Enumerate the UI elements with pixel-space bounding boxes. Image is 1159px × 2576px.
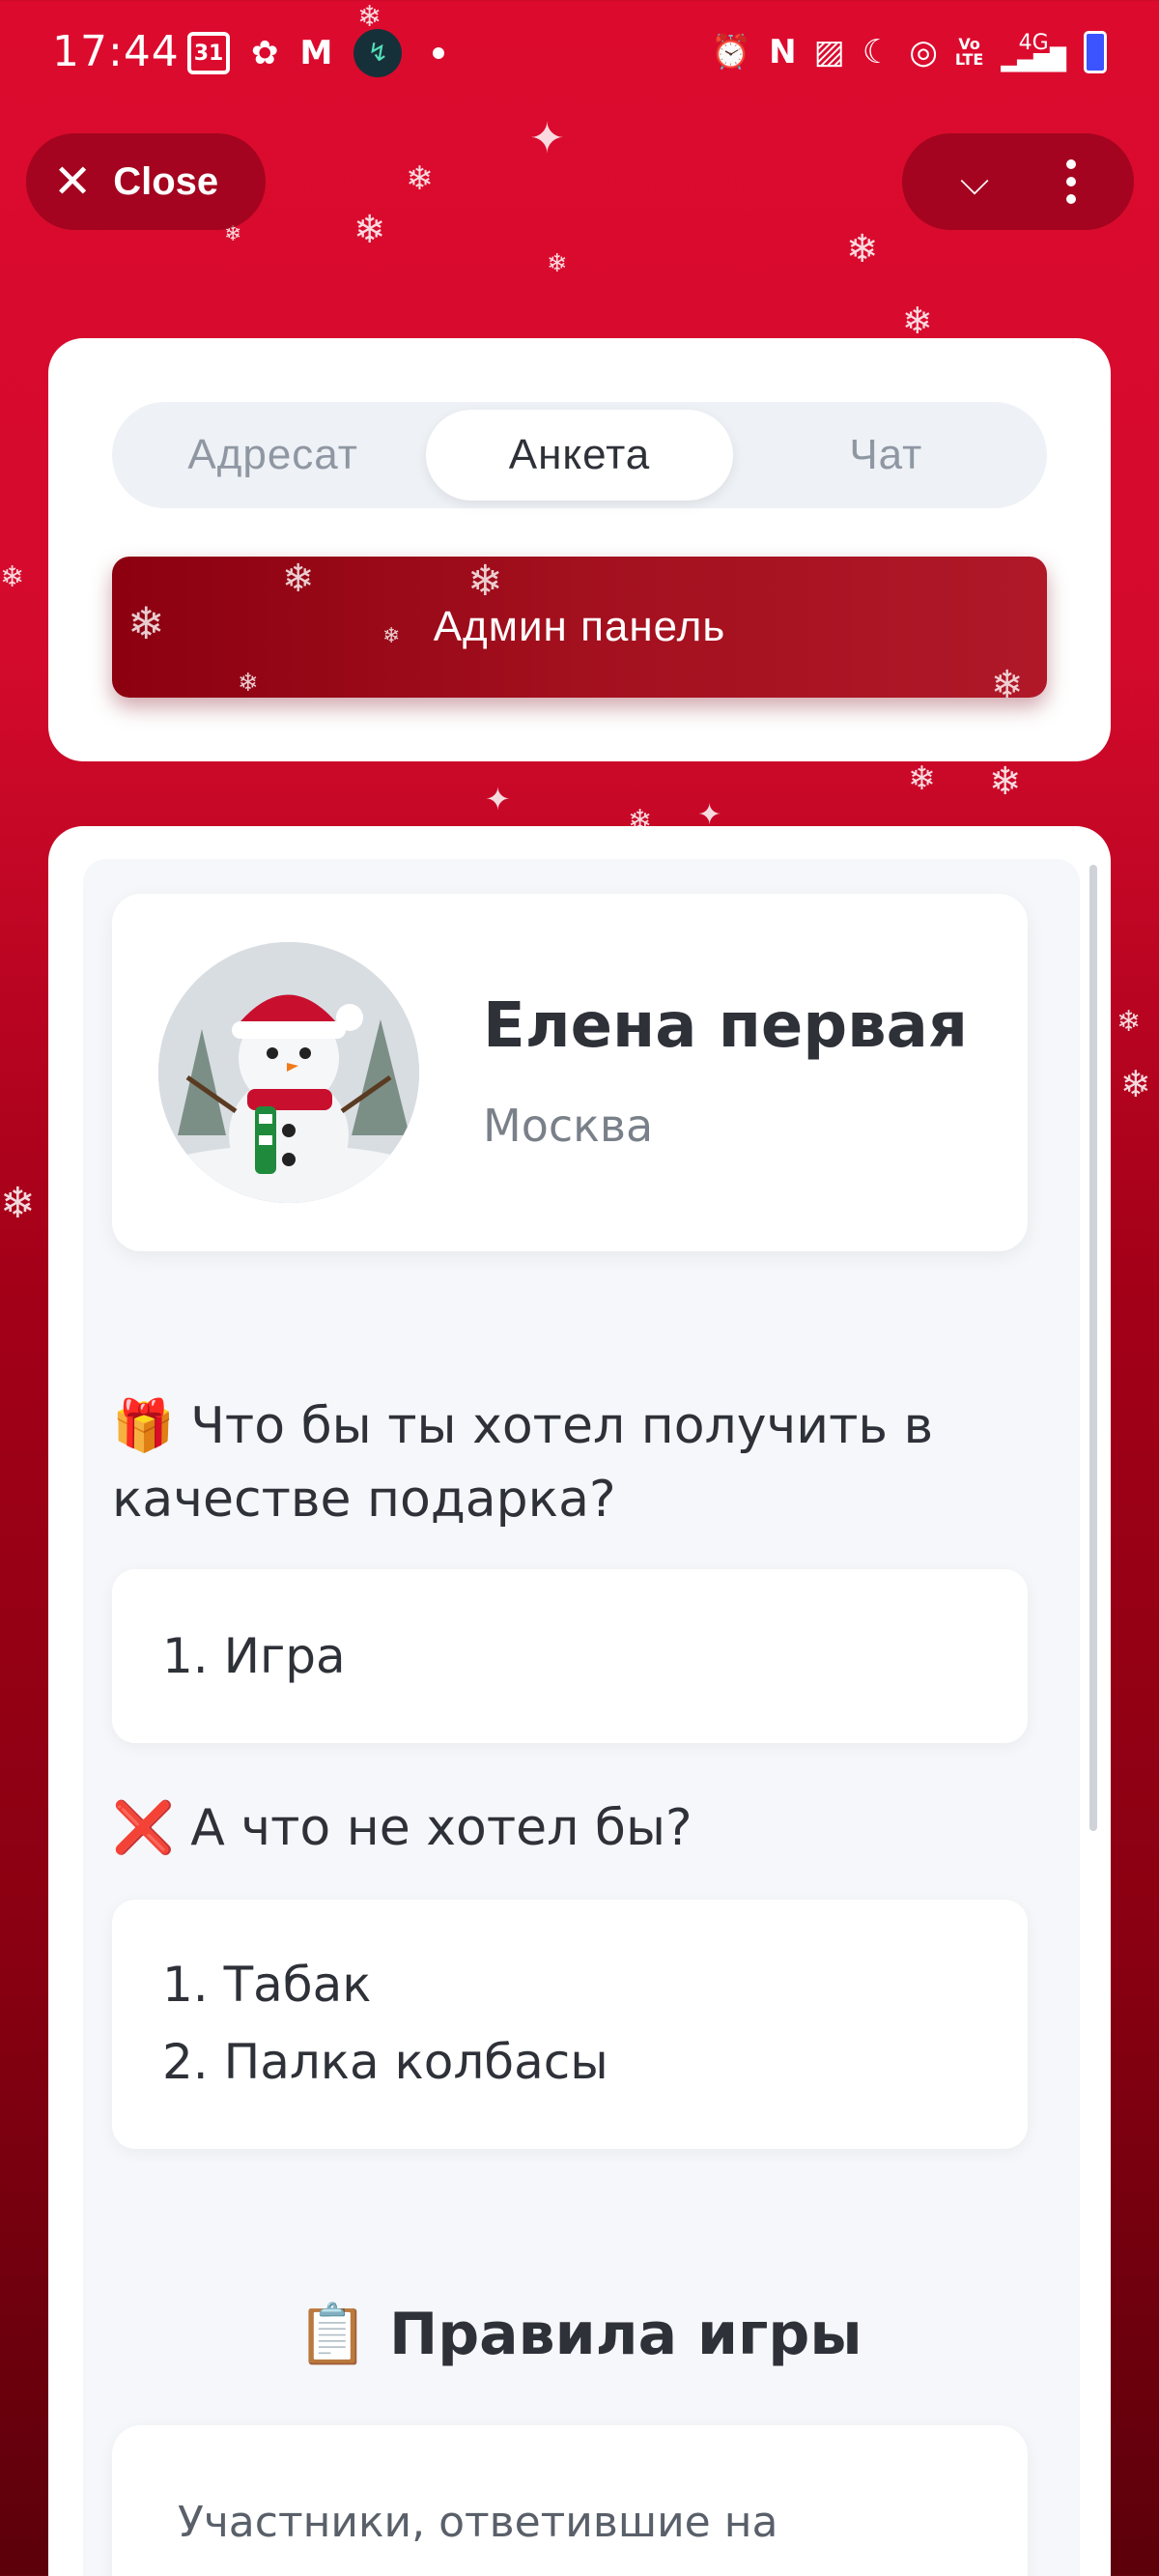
snowflake-icon: ❄: [0, 560, 25, 594]
navigation-card: Адресат Анкета Чат ❄ ❄ ❄ ❄ ❄ ❄ Админ пан…: [48, 338, 1111, 761]
snowflake-icon: ❄: [282, 557, 316, 601]
rules-text: Участники, ответившие на: [178, 2498, 778, 2547]
rules-title-text: Правила игры: [389, 2301, 862, 2368]
gift-icon: 🎁: [112, 1397, 175, 1455]
status-left-icons: 31 ✿ M ↯: [187, 29, 445, 77]
notification-dot: [433, 47, 445, 59]
question-not-wish: ❌ А что не хотел бы?: [112, 1791, 1039, 1865]
snowman-avatar-icon: [158, 942, 419, 1203]
alarm-icon: ⏰: [710, 33, 752, 72]
cast-app-icon: ✿: [251, 34, 279, 72]
snowflake-icon: ❄: [382, 624, 402, 648]
snowflake-icon: ❄: [467, 557, 504, 606]
snowflake-icon: ❄: [353, 208, 386, 252]
snowflake-icon: ❄: [406, 159, 434, 198]
status-bar: 17:44 31 ✿ M ↯ ⏰ N ▨ ☾ ◎ Vo LTE 4G ▂▄▆█: [0, 0, 1159, 108]
profile-card: [112, 894, 1028, 1251]
tab-addressee[interactable]: Адресат: [120, 410, 426, 501]
admin-panel-button[interactable]: ❄ ❄ ❄ ❄ ❄ ❄ Админ панель: [112, 557, 1047, 698]
status-right-icons: ⏰ N ▨ ☾ ◎ Vo LTE 4G ▂▄▆█: [711, 29, 1107, 75]
snowflake-icon: ❄: [0, 1179, 36, 1228]
profile-name: Елена первая: [483, 990, 968, 1062]
snowflake-icon: ❄: [902, 300, 933, 342]
profile-city: Москва: [483, 1100, 654, 1152]
more-options-icon[interactable]: [1066, 159, 1077, 204]
close-icon: ✕: [53, 155, 93, 209]
answer-not-wish: 1. Табак 2. Палка колбасы: [112, 1900, 1028, 2149]
close-button[interactable]: ✕ Close: [26, 133, 266, 230]
chevron-down-icon[interactable]: ⌵: [960, 159, 989, 204]
admin-panel-label: Админ панель: [433, 603, 726, 650]
top-menu-pill: ⌵: [902, 133, 1134, 230]
cross-icon: ❌: [112, 1799, 175, 1857]
volte-icon: Vo LTE: [954, 35, 984, 69]
signal-icon: 4G ▂▄▆█: [1001, 29, 1066, 75]
gmail-icon: M: [299, 34, 333, 72]
snowflake-icon: ❄: [846, 227, 879, 272]
snowflake-icon: ❄: [991, 663, 1025, 698]
tab-chat[interactable]: Чат: [733, 410, 1039, 501]
tab-questionnaire[interactable]: Анкета: [426, 410, 733, 501]
nfc-icon: N: [769, 33, 797, 72]
battery-icon: [1084, 31, 1107, 73]
answer-not-wish-item: 2. Палка колбасы: [162, 2034, 608, 2090]
moon-icon: ☾: [862, 33, 892, 72]
sparkle-icon: ✦: [485, 781, 511, 817]
avatar: [158, 942, 419, 1203]
close-label: Close: [113, 159, 219, 203]
tab-bar: Адресат Анкета Чат: [112, 402, 1047, 508]
question-not-wish-text: А что не хотел бы?: [190, 1799, 693, 1857]
answer-wish-item: 1. Игра: [162, 1628, 346, 1684]
app-icon: ↯: [353, 29, 403, 77]
hotspot-icon: ◎: [909, 33, 938, 72]
snowflake-icon: ❄: [908, 759, 936, 798]
rules-title: 📋 Правила игры: [0, 2300, 1159, 2368]
snowflake-icon: ❄: [1120, 1063, 1151, 1105]
snowflake-icon: ❄: [127, 597, 166, 649]
cast-icon: ▨: [813, 33, 845, 72]
snowflake-icon: ❄: [989, 759, 1022, 804]
sparkle-icon: ✦: [529, 114, 565, 163]
snowflake-icon: ❄: [547, 249, 568, 278]
scrollbar[interactable]: [1089, 865, 1097, 1831]
signal-bars-icon: ▂▄▆█: [1001, 48, 1066, 72]
calendar-icon: 31: [187, 32, 230, 74]
status-time: 17:44: [52, 27, 180, 76]
clipboard-icon: 📋: [297, 2301, 370, 2368]
answer-wish: 1. Игра: [112, 1569, 1028, 1743]
question-wish-text: Что бы ты хотел получить в качестве пода…: [112, 1397, 934, 1529]
question-wish: 🎁 Что бы ты хотел получить в качестве по…: [112, 1389, 1039, 1536]
answer-not-wish-item: 1. Табак: [162, 1957, 372, 2013]
snowflake-icon: ❄: [1117, 1005, 1142, 1039]
snowflake-icon: ❄: [238, 669, 260, 698]
